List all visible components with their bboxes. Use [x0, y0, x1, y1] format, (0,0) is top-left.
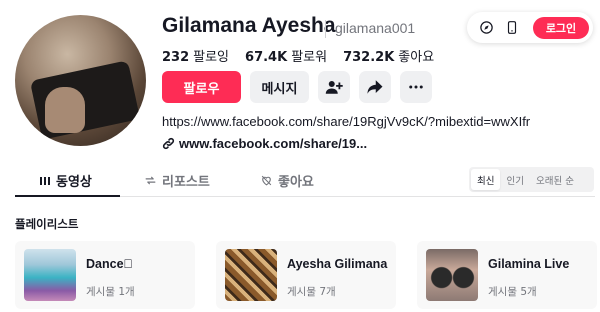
- profile-stats: 232 팔로잉 67.4K 팔로워 732.2K 좋아요: [162, 46, 434, 65]
- grid-icon: [40, 176, 50, 185]
- profile-handle: gilamana001: [335, 20, 416, 36]
- stat-value: 67.4K: [245, 50, 288, 65]
- stat-label: 좋아요: [398, 50, 435, 65]
- stat-label: 팔로잉: [193, 50, 230, 65]
- playlist-title: Dance : [86, 257, 133, 271]
- active-tab-indicator: [15, 195, 120, 197]
- playlist-title: Gilamina Live: [488, 257, 570, 271]
- top-actions: 로그인: [467, 12, 593, 43]
- stat-following[interactable]: 232 팔로잉: [162, 46, 229, 65]
- playlist-thumbnail: [426, 249, 478, 301]
- sort-latest[interactable]: 최신: [471, 169, 501, 190]
- liked-icon: [261, 175, 272, 186]
- message-button[interactable]: 메시지: [250, 71, 309, 103]
- share-button[interactable]: [359, 71, 391, 103]
- profile-bio: https://www.facebook.com/share/19RgjVv9c…: [162, 114, 531, 129]
- tab-videos[interactable]: 동영상: [39, 171, 92, 190]
- compass-button[interactable]: [477, 19, 495, 37]
- profile-link-text: www.facebook.com/share/19...: [179, 136, 368, 151]
- stat-likes: 732.2K 좋아요: [343, 46, 434, 65]
- playlist-thumbnail: [225, 249, 277, 301]
- mobile-app-button[interactable]: [503, 19, 521, 37]
- profile-avatar: [15, 15, 146, 146]
- playlist-card[interactable]: Ayesha Gilimana 게시물 7개: [216, 241, 396, 309]
- sort-popular[interactable]: 인기: [500, 169, 529, 190]
- tab-label: 리포스트: [162, 175, 210, 190]
- follow-button[interactable]: 팔로우: [162, 71, 241, 103]
- sort-oldest[interactable]: 오래된 순: [530, 169, 580, 190]
- stat-value: 732.2K: [343, 50, 395, 65]
- tab-reposts[interactable]: 리포스트: [144, 171, 210, 190]
- tab-label: 동영상: [56, 175, 92, 190]
- playlist-title: Ayesha Gilimana: [287, 257, 388, 271]
- playlist-card[interactable]: Gilamina Live 게시물 5개: [417, 241, 597, 309]
- profile-name: Gilamana Ayesha: [162, 14, 336, 37]
- playlist-count: 게시물 7개: [287, 286, 336, 298]
- tab-label: 좋아요: [278, 175, 314, 190]
- avatar-hand-shape: [45, 87, 85, 133]
- playlist-thumbnail: [24, 249, 76, 301]
- more-dots-icon: [409, 85, 423, 89]
- sort-toggle: 최신 인기 오래된 순: [469, 167, 594, 192]
- add-friend-button[interactable]: [318, 71, 350, 103]
- tab-liked[interactable]: 좋아요: [260, 171, 314, 190]
- playlist-heading: 플레이리스트: [15, 217, 79, 231]
- playlist-count: 게시물 1개: [86, 286, 135, 298]
- repost-icon: [145, 176, 156, 185]
- playlist-count: 게시물 5개: [488, 286, 537, 298]
- name-divider: [325, 20, 326, 38]
- share-arrow-icon: [367, 80, 383, 94]
- link-chain-icon: [162, 137, 175, 150]
- profile-link[interactable]: www.facebook.com/share/19...: [162, 136, 367, 151]
- compass-icon: [479, 21, 493, 34]
- playlist-card[interactable]: Dance  게시물 1개: [15, 241, 195, 309]
- stat-followers[interactable]: 67.4K 팔로워: [245, 46, 327, 65]
- stat-value: 232: [162, 50, 190, 65]
- add-person-icon: [325, 81, 343, 94]
- stat-label: 팔로워: [291, 50, 328, 65]
- login-button[interactable]: 로그인: [533, 16, 589, 39]
- phone-icon: [507, 21, 517, 34]
- more-options-button[interactable]: [400, 71, 432, 103]
